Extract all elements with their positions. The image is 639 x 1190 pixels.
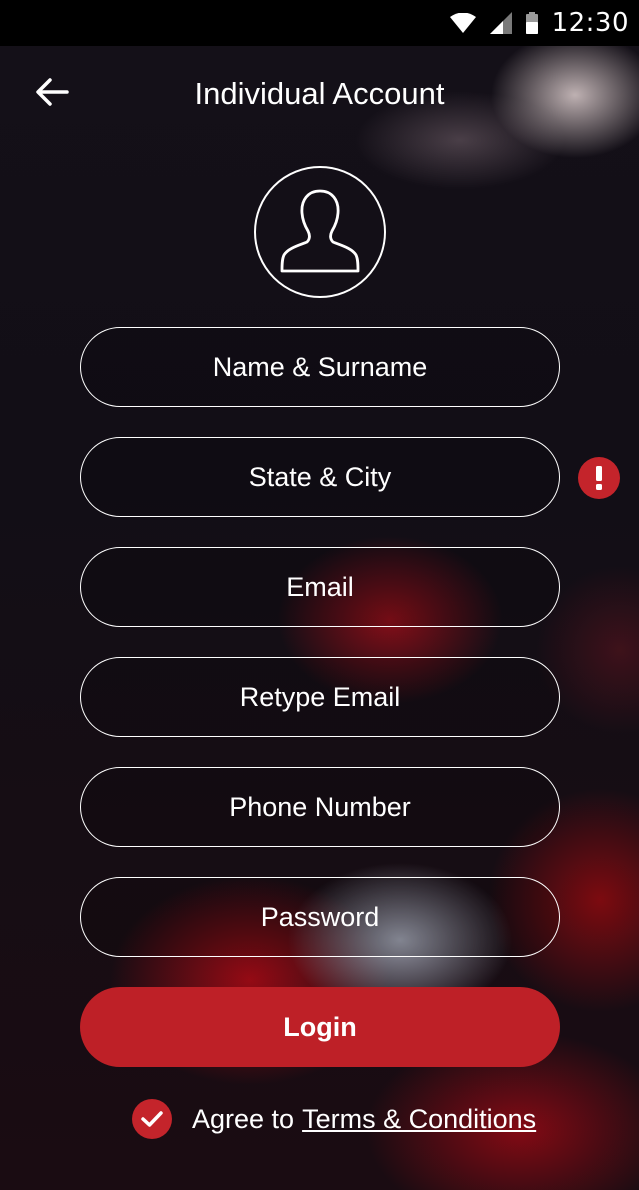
state-city-input[interactable]: State & City <box>80 437 560 517</box>
email-placeholder: Email <box>286 571 354 602</box>
avatar[interactable] <box>254 166 386 298</box>
retype-email-input[interactable]: Retype Email <box>80 657 560 737</box>
agree-checkbox[interactable] <box>132 1099 172 1139</box>
terms-conditions-link[interactable]: Terms & Conditions <box>302 1104 536 1135</box>
user-silhouette-icon <box>280 189 360 273</box>
checkmark-icon <box>141 1111 163 1127</box>
status-icons: 12:30 <box>449 0 629 46</box>
login-button-label: Login <box>283 1011 357 1042</box>
state-city-placeholder: State & City <box>248 461 392 492</box>
password-input[interactable]: Password <box>80 877 560 957</box>
exclamation-icon[interactable] <box>578 457 620 499</box>
status-time: 12:30 <box>551 8 629 38</box>
agree-text: Agree to <box>192 1103 295 1134</box>
login-button[interactable]: Login <box>80 987 560 1067</box>
email-input[interactable]: Email <box>80 547 560 627</box>
battery-icon <box>525 12 538 34</box>
phone-number-input[interactable]: Phone Number <box>80 767 560 847</box>
name-surname-placeholder: Name & Surname <box>212 351 428 382</box>
terms-agreement: Agree to Terms & Conditions <box>132 1098 536 1140</box>
password-placeholder: Password <box>260 901 380 932</box>
phone-number-placeholder: Phone Number <box>229 791 411 822</box>
signal-icon <box>489 12 512 34</box>
wifi-icon <box>449 13 476 33</box>
retype-email-placeholder: Retype Email <box>239 681 401 712</box>
page-title: Individual Account <box>194 76 445 111</box>
status-bar: 12:30 <box>0 0 639 46</box>
name-surname-input[interactable]: Name & Surname <box>80 327 560 407</box>
